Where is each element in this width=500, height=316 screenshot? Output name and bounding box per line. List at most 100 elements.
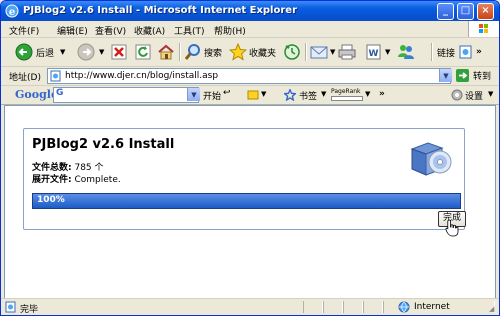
links-page-icon (459, 45, 472, 59)
menu-help[interactable]: 帮助(H) (214, 24, 246, 37)
ie-window: e PJBlog2 v2.6 Install - Microsoft Inter… (0, 0, 500, 316)
page-content: PJBlog2 v2.6 Install 文件总数: 785 个 展开文件: C… (4, 105, 496, 299)
progress-text: 100% (37, 195, 65, 205)
edit-dropdown-icon[interactable]: ▼ (385, 48, 390, 56)
menu-edit[interactable]: 编辑(E) (57, 24, 88, 37)
back-arrow-icon (15, 43, 33, 61)
favorites-button[interactable]: 收藏夹 (229, 42, 276, 62)
install-title: PJBlog2 v2.6 Install (32, 137, 175, 152)
mail-dropdown-icon[interactable]: ▼ (330, 48, 335, 56)
address-bar: 地址(D) http://www.djer.cn/blog/install.as… (1, 67, 499, 86)
progress-fill (33, 194, 460, 208)
refresh-button[interactable] (135, 42, 151, 62)
google-search-input[interactable]: G (53, 87, 199, 103)
menu-tools[interactable]: 工具(T) (174, 24, 205, 37)
printer-icon (338, 44, 356, 60)
settings-icon[interactable] (451, 89, 463, 101)
messenger-button[interactable] (397, 42, 415, 62)
highlight-icon[interactable] (247, 89, 259, 101)
address-dropdown-icon[interactable]: ▼ (439, 69, 452, 82)
toolbar-chevron-icon[interactable]: » (379, 89, 385, 99)
word-edit-icon: W (366, 44, 381, 60)
messenger-icon (398, 45, 414, 59)
google-g-button[interactable]: G (56, 88, 63, 98)
expand-files-row: 展开文件: Complete. (32, 172, 121, 185)
security-zone: Internet (383, 301, 495, 313)
google-start-button[interactable]: 开始 (203, 89, 221, 102)
mail-icon (310, 46, 328, 59)
print-button[interactable] (338, 42, 356, 62)
toolbar-separator (431, 43, 433, 61)
close-button[interactable]: × (477, 3, 494, 20)
forward-button[interactable]: ▼ (77, 42, 104, 62)
address-label: 地址(D) (9, 73, 41, 83)
edit-button[interactable]: W ▼ (365, 42, 390, 62)
star-icon (229, 43, 247, 61)
highlight-dropdown-icon[interactable]: ▼ (261, 90, 266, 98)
windows-logo-icon (468, 21, 499, 37)
status-cell (363, 301, 383, 313)
go-button[interactable]: 转到 (456, 69, 491, 82)
forward-dropdown-icon[interactable]: ▼ (99, 48, 104, 56)
page-done-icon (5, 301, 16, 313)
google-logo[interactable]: Google (15, 88, 58, 101)
ie-icon: e (5, 4, 19, 18)
links-label: 链接 (437, 48, 456, 59)
back-button[interactable]: 后退 ▼ (15, 42, 65, 62)
pagerank-arrows-icon[interactable]: ↩ (223, 88, 231, 98)
forward-arrow-icon (77, 43, 95, 61)
address-url: http://www.djer.cn/blog/install.asp (65, 71, 219, 81)
refresh-icon (135, 44, 151, 60)
maximize-button[interactable]: □ (457, 3, 474, 20)
links-chevron-icon[interactable]: » (476, 47, 482, 57)
menu-view[interactable]: 查看(V) (95, 24, 126, 37)
history-icon (284, 44, 300, 60)
hand-cursor-icon (445, 219, 459, 237)
links-button[interactable]: 链接 » (437, 42, 482, 62)
search-label: 搜索 (204, 48, 223, 59)
settings-button[interactable]: 设置 (465, 89, 483, 102)
google-toolbar: Google G ▼ 开始 ↩ ▼ 书签 ▼ PageRank ▼ » 设置 ▼ (1, 86, 499, 105)
expand-files-value: Complete. (74, 175, 121, 185)
menu-file[interactable]: 文件(F) (9, 24, 39, 37)
google-search-dropdown-icon[interactable]: ▼ (187, 88, 200, 101)
pagerank-label: PageRank (331, 88, 361, 95)
install-panel: PJBlog2 v2.6 Install 文件总数: 785 个 展开文件: C… (23, 128, 466, 230)
status-cell (303, 301, 323, 313)
standard-toolbar: 后退 ▼ ▼ 搜索 收藏夹 ▼ W ▼ 链接 » (1, 38, 499, 67)
search-button[interactable]: 搜索 (184, 42, 222, 62)
install-package-icon (410, 142, 452, 176)
home-button[interactable] (157, 42, 175, 62)
status-cell (323, 301, 343, 313)
favorites-label: 收藏夹 (249, 48, 277, 59)
toolbar-separator (179, 43, 181, 61)
mail-button[interactable]: ▼ (310, 42, 335, 62)
toolbar-separator (305, 43, 307, 61)
svg-text:W: W (369, 49, 379, 59)
menu-favorites[interactable]: 收藏(A) (134, 24, 165, 37)
zone-label: Internet (414, 302, 450, 312)
bookmarks-button[interactable]: 书签 (299, 89, 317, 102)
address-input[interactable]: http://www.djer.cn/blog/install.asp (47, 68, 451, 84)
install-progress-bar: 100% (32, 193, 461, 209)
search-icon (184, 44, 200, 60)
bookmarks-dropdown-icon[interactable]: ▼ (321, 90, 326, 98)
pagerank-indicator[interactable]: PageRank (331, 88, 363, 101)
bookmark-star-icon[interactable] (284, 89, 296, 101)
menu-bar: 文件(F) 编辑(E) 查看(V) 收藏(A) 工具(T) 帮助(H) (1, 21, 499, 38)
stop-button[interactable] (111, 42, 127, 62)
back-dropdown-icon[interactable]: ▼ (60, 48, 65, 56)
minimize-button[interactable]: _ (437, 3, 454, 20)
status-text: 完毕 (20, 305, 39, 315)
home-icon (158, 44, 174, 60)
expand-files-label: 展开文件: (32, 175, 72, 185)
history-button[interactable] (283, 42, 301, 62)
pagerank-dropdown-icon[interactable]: ▼ (365, 90, 370, 98)
go-arrow-icon (456, 69, 469, 82)
status-bar: 完毕 Internet ◢ (1, 298, 499, 315)
title-bar[interactable]: e PJBlog2 v2.6 Install - Microsoft Inter… (1, 1, 499, 21)
resize-grip-icon[interactable]: ◢ (489, 305, 494, 313)
go-label: 转到 (473, 72, 492, 82)
window-title: PJBlog2 v2.6 Install - Microsoft Interne… (23, 5, 297, 16)
settings-dropdown-icon[interactable]: ▼ (488, 90, 493, 98)
